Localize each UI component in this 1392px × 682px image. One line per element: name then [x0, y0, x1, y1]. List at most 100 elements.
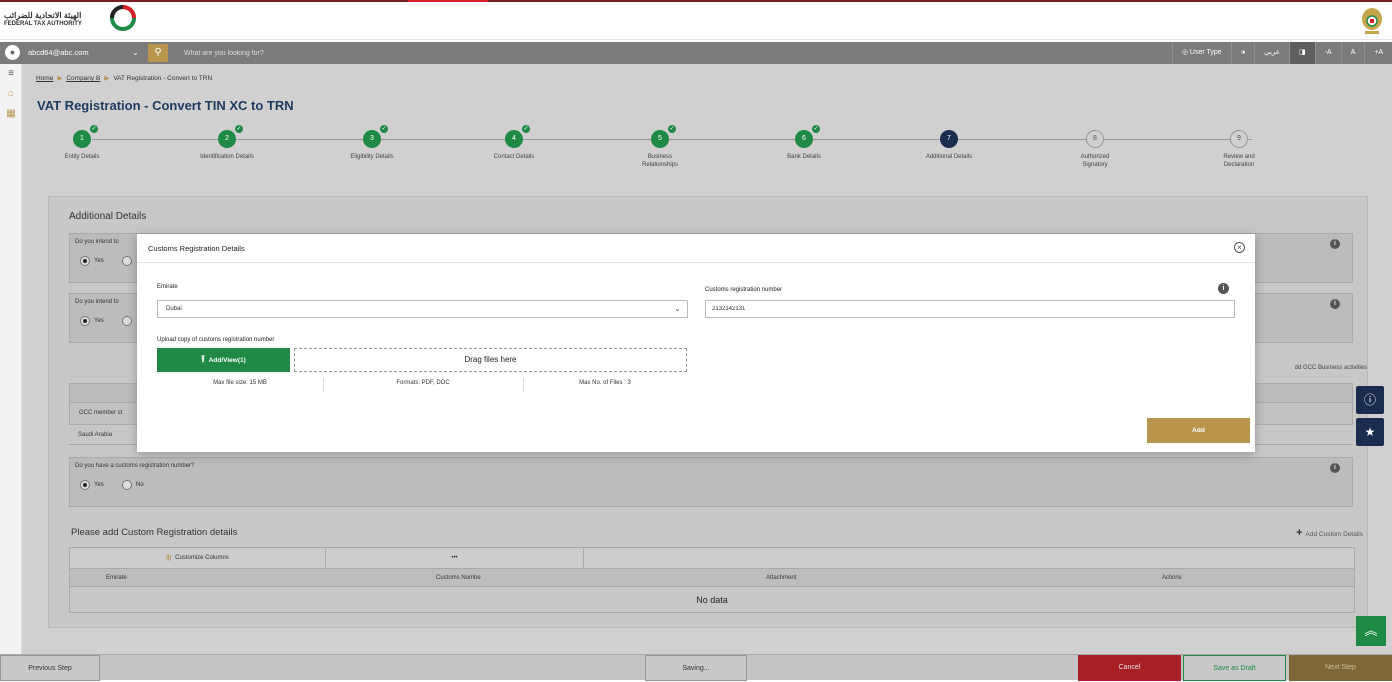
column-header: GCC member st	[79, 410, 123, 416]
user-email[interactable]: abcd64@abc.com	[28, 42, 148, 64]
next-step-button[interactable]: Next Step	[1289, 655, 1392, 681]
contrast-icon[interactable]: ◨	[1288, 42, 1315, 64]
step-1[interactable]: 1 ✓ Entity Details	[22, 124, 142, 161]
breadcrumb-company[interactable]: Company B	[66, 75, 100, 82]
grid-icon[interactable]: ▦	[0, 104, 22, 124]
step-label: Contact Details	[493, 154, 535, 160]
customs-question-box: Do you have a customs registration numbe…	[69, 457, 1353, 507]
custom-details-table: ||| Customize Columns ••• Emirate Customs…	[69, 547, 1355, 617]
step-5[interactable]: 5 ✓ Business Relationships	[600, 124, 720, 169]
previous-step-button[interactable]: Previous Step	[0, 655, 100, 681]
add-view-upload-button[interactable]: ⭱ Add/View(1)	[157, 348, 290, 372]
emirate-select[interactable]: Dubai ⌄	[157, 300, 688, 318]
breadcrumb-home[interactable]: Home	[36, 75, 53, 82]
step-9[interactable]: 9 Review and Declaration	[1179, 130, 1299, 169]
speaker-icon[interactable]: 🕩	[1230, 42, 1254, 64]
more-options-icon[interactable]: •••	[326, 548, 584, 568]
radio-no[interactable]	[122, 316, 136, 326]
customs-number-input[interactable]	[705, 300, 1235, 318]
column-header-customs-number[interactable]: Customs Numbe	[436, 575, 481, 581]
empty-state: No data	[69, 587, 1355, 613]
menu-icon[interactable]: ≡	[0, 64, 22, 84]
radio-selected-icon	[80, 480, 90, 490]
site-header: الهيئة الاتحادية للضرائب FEDERAL TAX AUT…	[0, 2, 1392, 40]
add-gcc-link[interactable]: dd GCC Business activities	[1290, 365, 1367, 371]
info-icon[interactable]: i	[1218, 283, 1229, 294]
fta-logo-icon[interactable]	[110, 5, 136, 31]
add-custom-details-link[interactable]: + Add Custom Details	[1296, 527, 1363, 539]
step-label: Authorized Signatory	[1080, 154, 1110, 168]
step-number: 4	[512, 135, 516, 142]
radio-no[interactable]: No	[122, 480, 144, 490]
search-input[interactable]	[170, 44, 570, 62]
chevron-down-icon[interactable]: ⌄	[132, 42, 139, 64]
font-normal-button[interactable]: A	[1340, 42, 1365, 64]
radio-label: Yes	[94, 318, 104, 324]
user-avatar-icon[interactable]: ●	[5, 45, 20, 60]
radio-yes[interactable]: Yes	[80, 480, 104, 490]
radio-empty-icon	[122, 256, 132, 266]
close-icon[interactable]: ×	[1234, 242, 1245, 253]
modal-header: Customs Registration Details ×	[137, 234, 1255, 263]
column-header-actions[interactable]: Actions	[1162, 575, 1182, 581]
check-icon: ✓	[379, 124, 389, 134]
radio-selected-icon	[80, 256, 90, 266]
step-6[interactable]: 6 ✓ Bank Details	[744, 124, 864, 161]
step-label: Review and Declaration	[1223, 154, 1255, 168]
question-text: Do you intend to	[75, 299, 119, 305]
step-number: 8	[1093, 135, 1097, 142]
section-title: Additional Details	[69, 211, 147, 222]
info-icon[interactable]: i	[1330, 463, 1340, 473]
step-label: Identification Details	[200, 154, 254, 160]
scroll-top-icon[interactable]: ︽	[1356, 616, 1386, 646]
step-8[interactable]: 8 Authorized Signatory	[1035, 130, 1155, 169]
logo-arabic-text: الهيئة الاتحادية للضرائب	[4, 11, 82, 20]
customize-columns-button[interactable]: ||| Customize Columns	[70, 548, 326, 568]
footer-bar: Previous Step Saving... Cancel Save as D…	[0, 654, 1392, 681]
selected-value: Dubai	[166, 306, 182, 312]
user-type-selector[interactable]: ◎ User Type	[1171, 42, 1231, 64]
allowed-formats: Formats: PDF, DOC	[396, 380, 450, 386]
radio-label: No	[136, 482, 144, 488]
step-3[interactable]: 3 ✓ Eligibility Details	[312, 124, 432, 161]
info-float-button[interactable]: ⓘ	[1356, 386, 1384, 414]
font-increase-button[interactable]: +A	[1364, 42, 1392, 64]
step-label: Eligibility Details	[350, 154, 394, 160]
step-4[interactable]: 4 ✓ Contact Details	[454, 124, 574, 161]
customs-registration-modal: Customs Registration Details × Emirate D…	[137, 234, 1255, 452]
radio-no[interactable]	[122, 256, 136, 266]
progress-stepper: 1 ✓ Entity Details 2 ✓ Identification Detail…	[22, 124, 1392, 190]
cancel-button[interactable]: Cancel	[1078, 655, 1181, 681]
home-icon[interactable]: ⌂	[0, 84, 22, 104]
info-icon[interactable]: i	[1330, 239, 1340, 249]
user-type-label: User Type	[1189, 49, 1222, 56]
search-icon[interactable]: ⚲	[148, 44, 168, 62]
custom-registration-title: Please add Custom Registration details	[71, 527, 238, 538]
column-header-attachment[interactable]: Attachment	[766, 575, 796, 581]
radio-empty-icon	[122, 316, 132, 326]
radio-yes[interactable]: Yes	[80, 316, 104, 326]
column-header-emirate[interactable]: Emirate	[106, 575, 127, 581]
info-icon[interactable]: i	[1330, 299, 1340, 309]
link-label: Add Custom Details	[1305, 531, 1363, 538]
add-button[interactable]: Add	[1147, 418, 1250, 443]
page-title: VAT Registration - Convert TIN XC to TRN	[37, 98, 294, 113]
step-number: 2	[225, 135, 229, 142]
save-draft-button[interactable]: Save as Draft	[1183, 655, 1286, 681]
left-sidebar: ≡ ⌂ ▦	[0, 64, 22, 654]
font-decrease-button[interactable]: -A	[1314, 42, 1341, 64]
step-2[interactable]: 2 ✓ Identification Details	[167, 124, 287, 161]
check-icon: ✓	[89, 124, 99, 134]
language-toggle[interactable]: عربي	[1254, 42, 1289, 64]
step-7[interactable]: 7 Additional Details	[889, 130, 1009, 161]
step-number: 1	[80, 135, 84, 142]
saving-button[interactable]: Saving...	[645, 655, 747, 681]
question-text: Do you intend to	[75, 239, 119, 245]
radio-yes[interactable]: Yes	[80, 256, 104, 266]
table-header: Emirate Customs Numbe Attachment Actions	[69, 569, 1355, 587]
star-float-button[interactable]: ★	[1356, 418, 1384, 446]
breadcrumb-arrow-icon: ▶	[104, 75, 110, 82]
file-drop-zone[interactable]: Drag files here	[294, 348, 687, 372]
customs-number-label: Customs registration number	[705, 287, 783, 293]
chevron-down-icon: ⌄	[674, 304, 681, 313]
